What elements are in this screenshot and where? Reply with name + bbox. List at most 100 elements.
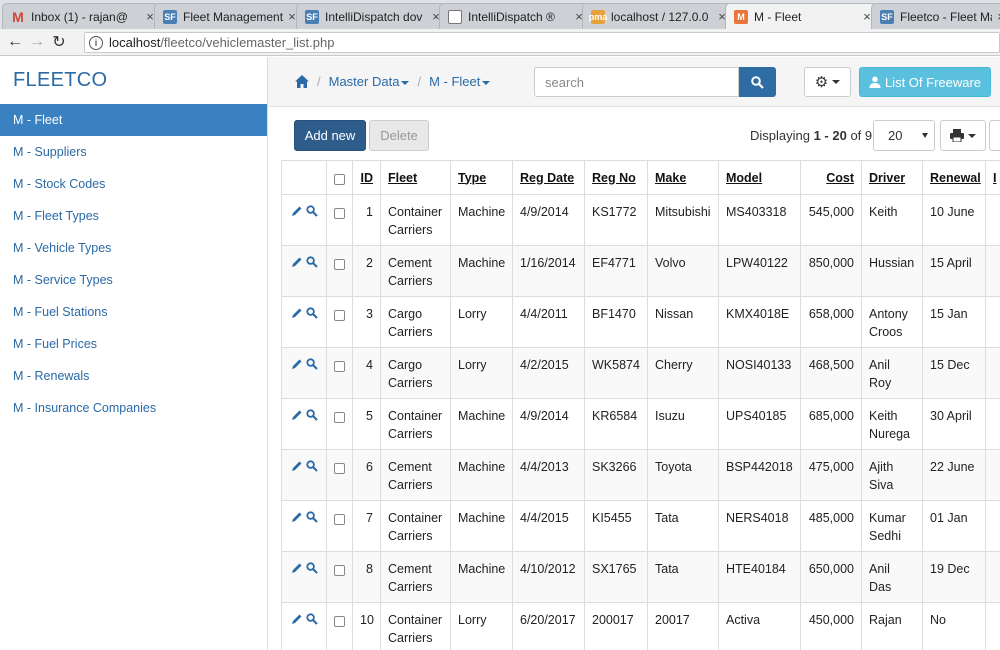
forward-arrow-icon[interactable]: → bbox=[26, 33, 48, 51]
edit-pencil-icon[interactable] bbox=[291, 562, 303, 574]
view-magnifier-icon[interactable] bbox=[305, 256, 318, 268]
cell-reg-no: SX1765 bbox=[584, 551, 648, 603]
edit-pencil-icon[interactable] bbox=[291, 511, 303, 523]
edit-pencil-icon[interactable] bbox=[291, 460, 303, 472]
sidebar-item-m-renewals[interactable]: M - Renewals bbox=[0, 360, 267, 392]
column-header-reg-date[interactable]: Reg Date bbox=[512, 160, 585, 195]
row-checkbox[interactable] bbox=[334, 616, 345, 628]
column-header-driver[interactable]: Driver bbox=[861, 160, 923, 195]
row-select-cell bbox=[326, 398, 353, 450]
more-options-button[interactable] bbox=[989, 120, 1000, 151]
search-icon bbox=[751, 75, 764, 89]
print-icon bbox=[950, 129, 964, 142]
tab-title: Inbox (1) - rajan@ bbox=[31, 9, 128, 24]
edit-pencil-icon[interactable] bbox=[291, 256, 303, 268]
back-arrow-icon[interactable]: ← bbox=[4, 33, 26, 51]
column-header-model[interactable]: Model bbox=[718, 160, 801, 195]
row-checkbox[interactable] bbox=[334, 310, 345, 322]
search-button[interactable] bbox=[739, 67, 776, 97]
cell-reg-no: BF1470 bbox=[584, 296, 648, 348]
browser-tab[interactable]: MM - Fleet × bbox=[725, 3, 877, 29]
select-all-checkbox[interactable] bbox=[334, 173, 345, 185]
cell-cost: 450,000 bbox=[800, 602, 862, 650]
cell-cost: 850,000 bbox=[800, 245, 862, 297]
column-header-renewal[interactable]: Renewal bbox=[922, 160, 986, 195]
table-header-row: ID Fleet Type Reg Date Reg No Make Model Cost Dr… bbox=[281, 160, 1000, 195]
cell-driver: Kumar Sedhi bbox=[861, 500, 923, 552]
row-actions bbox=[281, 398, 327, 450]
view-magnifier-icon[interactable] bbox=[305, 358, 318, 370]
home-icon[interactable] bbox=[295, 75, 309, 88]
sidebar-item-m-fuel-stations[interactable]: M - Fuel Stations bbox=[0, 296, 267, 328]
edit-pencil-icon[interactable] bbox=[291, 409, 303, 421]
row-checkbox[interactable] bbox=[334, 208, 345, 220]
settings-button[interactable]: ⚙ bbox=[804, 67, 851, 97]
brand-logo[interactable]: FLEETCO bbox=[0, 57, 267, 104]
row-checkbox[interactable] bbox=[334, 565, 345, 577]
cell-driver: Anil Das bbox=[861, 551, 923, 603]
sidebar-item-m-fleet-types[interactable]: M - Fleet Types bbox=[0, 200, 267, 232]
row-checkbox[interactable] bbox=[334, 514, 345, 526]
column-header-make[interactable]: Make bbox=[647, 160, 719, 195]
row-select-cell bbox=[326, 449, 353, 501]
sidebar-item-m-fleet[interactable]: M - Fleet bbox=[0, 104, 267, 136]
browser-tab[interactable]: SF Fleetco - Fleet Mai× bbox=[871, 3, 1000, 29]
edit-pencil-icon[interactable] bbox=[291, 358, 303, 370]
add-new-button[interactable]: Add new bbox=[294, 120, 366, 151]
browser-tab[interactable]: M Inbox (1) - rajan@ × bbox=[2, 3, 160, 29]
sidebar-item-m-stock-codes[interactable]: M - Stock Codes bbox=[0, 168, 267, 200]
column-header-reg-no[interactable]: Reg No bbox=[584, 160, 648, 195]
view-magnifier-icon[interactable] bbox=[305, 511, 318, 523]
sidebar-item-m-service-types[interactable]: M - Service Types bbox=[0, 264, 267, 296]
search-input[interactable] bbox=[534, 67, 739, 97]
edit-pencil-icon[interactable] bbox=[291, 307, 303, 319]
browser-tab[interactable]: pma localhost / 127.0.0 × bbox=[582, 3, 732, 29]
sidebar-item-m-suppliers[interactable]: M - Suppliers bbox=[0, 136, 267, 168]
cell-renewal: 15 April bbox=[922, 245, 986, 297]
sidebar-item-m-vehicle-types[interactable]: M - Vehicle Types bbox=[0, 232, 267, 264]
browser-tab[interactable]: SF IntelliDispatch dov × bbox=[296, 3, 446, 29]
list-of-freeware-button[interactable]: List Of Freeware bbox=[859, 67, 991, 97]
reload-icon[interactable]: ↻ bbox=[48, 32, 70, 52]
page-header: / Master Data / M - Fleet ⚙ List Of Free… bbox=[268, 57, 1000, 107]
edit-pencil-icon[interactable] bbox=[291, 205, 303, 217]
address-bar[interactable]: i localhost/fleetco/vehiclemaster_list.p… bbox=[84, 32, 1000, 53]
row-checkbox[interactable] bbox=[334, 361, 345, 373]
view-magnifier-icon[interactable] bbox=[305, 613, 318, 625]
cell-reg-no: SK3266 bbox=[584, 449, 648, 501]
view-magnifier-icon[interactable] bbox=[305, 205, 318, 217]
row-checkbox[interactable] bbox=[334, 259, 345, 271]
delete-button[interactable]: Delete bbox=[369, 120, 429, 151]
sidebar-item-m-fuel-prices[interactable]: M - Fuel Prices bbox=[0, 328, 267, 360]
view-magnifier-icon[interactable] bbox=[305, 409, 318, 421]
browser-tab[interactable]: IntelliDispatch ® × bbox=[439, 3, 589, 29]
row-checkbox[interactable] bbox=[334, 463, 345, 475]
row-checkbox[interactable] bbox=[334, 412, 345, 424]
column-header-id[interactable]: ID bbox=[352, 160, 381, 195]
table-row: 8 Cement Carriers Machine 4/10/2012 SX1765 Ta… bbox=[281, 551, 1000, 603]
cell-model: NERS4018 bbox=[718, 500, 801, 552]
view-magnifier-icon[interactable] bbox=[305, 562, 318, 574]
table-row: 3 Cargo Carriers Lorry 4/4/2011 BF1470 Nissan… bbox=[281, 296, 1000, 348]
cell-cutoff bbox=[985, 551, 1000, 603]
breadcrumb-separator: / bbox=[417, 74, 422, 89]
breadcrumb-master-data[interactable]: Master Data bbox=[329, 74, 410, 89]
page-size-select[interactable]: 20 bbox=[873, 120, 935, 151]
row-actions bbox=[281, 449, 327, 501]
column-header-fleet[interactable]: Fleet bbox=[380, 160, 451, 195]
column-header-type[interactable]: Type bbox=[450, 160, 513, 195]
cell-renewal: 15 Jan bbox=[922, 296, 986, 348]
close-icon[interactable]: × bbox=[992, 9, 1000, 24]
browser-tab[interactable]: SF Fleet Management × bbox=[154, 3, 302, 29]
list-toolbar: Add new Delete Displaying 1 - 20 of 9 20 bbox=[268, 107, 1000, 159]
breadcrumb-m-fleet[interactable]: M - Fleet bbox=[429, 74, 491, 89]
print-button[interactable] bbox=[940, 120, 986, 151]
column-header-i[interactable]: I bbox=[985, 160, 1000, 195]
view-magnifier-icon[interactable] bbox=[305, 460, 318, 472]
cell-type: Machine bbox=[450, 551, 513, 603]
sidebar-item-m-insurance-companies[interactable]: M - Insurance Companies bbox=[0, 392, 267, 424]
edit-pencil-icon[interactable] bbox=[291, 613, 303, 625]
view-magnifier-icon[interactable] bbox=[305, 307, 318, 319]
column-header-cost[interactable]: Cost bbox=[800, 160, 862, 195]
info-icon[interactable]: i bbox=[89, 35, 103, 50]
